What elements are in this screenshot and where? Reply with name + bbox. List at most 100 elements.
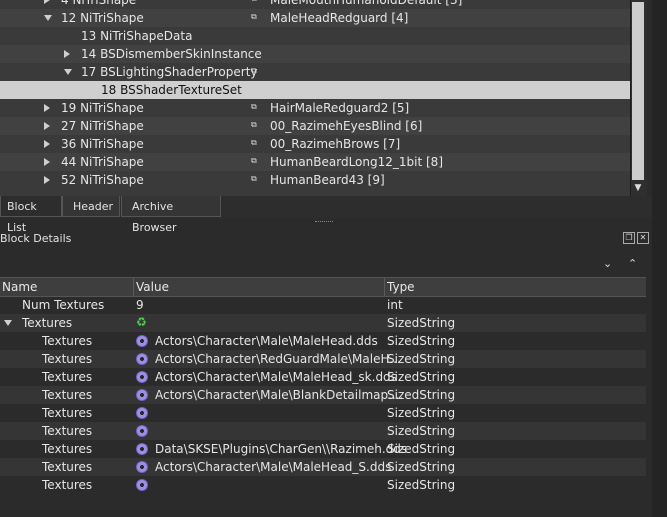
- tree-row-name: MaleHeadRedguard [4]: [270, 11, 409, 25]
- collapse-arrow-icon[interactable]: [4, 320, 12, 326]
- tree-row[interactable]: 18 BSShaderTextureSet: [0, 81, 630, 99]
- row-name: Textures: [22, 316, 73, 330]
- column-separator[interactable]: [133, 278, 134, 296]
- block-type-icon: ⧉: [251, 0, 263, 3]
- column-header-name[interactable]: Name: [2, 278, 37, 296]
- column-header-value[interactable]: Value: [136, 278, 169, 296]
- expand-arrow-icon[interactable]: [44, 122, 50, 130]
- string-gear-icon[interactable]: [136, 461, 148, 473]
- string-gear-icon[interactable]: [136, 407, 148, 419]
- expand-arrow-icon[interactable]: [44, 104, 50, 112]
- table-row[interactable]: Textures SizedString: [0, 404, 646, 422]
- tree-row-name: 00_RazimehEyesBlind [6]: [270, 119, 423, 133]
- expand-arrow-icon[interactable]: [44, 158, 50, 166]
- row-type: SizedString: [387, 334, 456, 348]
- table-header: Name Value Type: [0, 277, 646, 297]
- tree-row-label: 27 NiTriShape: [61, 119, 144, 133]
- tree-row[interactable]: 12 NiTriShape ⧉ MaleHeadRedguard [4]: [0, 9, 630, 27]
- row-name: Textures: [42, 478, 93, 492]
- block-type-icon: ⧉: [251, 120, 257, 129]
- tree-row-label: 17 BSLightingShaderProperty: [81, 65, 258, 79]
- tree-row-label: 4 NiTriShape: [61, 0, 137, 7]
- table-row[interactable]: Textures Actors\Character\Male\BlankDetai…: [0, 386, 646, 404]
- row-type: SizedString: [387, 442, 456, 456]
- string-gear-icon[interactable]: [136, 479, 148, 491]
- tree-row-label: 52 NiTriShape: [61, 173, 144, 187]
- update-array-icon[interactable]: ♻: [136, 316, 147, 328]
- tab-header[interactable]: Header: [62, 196, 120, 217]
- table-row[interactable]: Textures Actors\Character\Male\MaleHead_s…: [0, 368, 646, 386]
- tree-row[interactable]: 14 BSDismemberSkinInstance: [0, 45, 630, 63]
- table-row[interactable]: Textures Actors\Character\Male\MaleHead_S…: [0, 458, 646, 476]
- tree-row[interactable]: 17 BSLightingShaderProperty ⧉: [0, 63, 630, 81]
- table-row[interactable]: Textures SizedString: [0, 476, 646, 494]
- splitter-handle[interactable]: [315, 221, 333, 225]
- row-name: Textures: [42, 460, 93, 474]
- tree-row-name: 00_RazimehBrows [7]: [270, 137, 401, 151]
- tree-row-name: HumanBeardLong12_1bit [8]: [270, 155, 443, 169]
- row-value[interactable]: 9: [136, 296, 144, 314]
- string-gear-icon[interactable]: [136, 371, 148, 383]
- expand-arrow-icon[interactable]: [44, 140, 50, 148]
- collapse-all-icon[interactable]: ⌄: [603, 257, 612, 270]
- row-value[interactable]: Actors\Character\Male\MaleHead_sk.dds: [155, 368, 397, 386]
- block-type-icon: ⧉: [251, 174, 257, 183]
- row-name: Textures: [42, 406, 93, 420]
- expand-arrow-icon[interactable]: [44, 176, 50, 184]
- string-gear-icon[interactable]: [136, 353, 148, 365]
- block-list-tree[interactable]: 4 NiTriShape ⧉ MaleMouthHumanoidDefault [3…: [0, 0, 630, 196]
- expand-arrow-icon[interactable]: [64, 50, 70, 58]
- string-gear-icon[interactable]: [136, 389, 148, 401]
- tree-row[interactable]: 4 NiTriShape ⧉ MaleMouthHumanoidDefault [3…: [0, 0, 630, 9]
- tree-scrollbar-thumb[interactable]: [632, 2, 644, 180]
- table-row[interactable]: Textures SizedString: [0, 422, 646, 440]
- tree-row[interactable]: 52 NiTriShape ⧉ HumanBeard43 [9]: [0, 171, 630, 189]
- column-header-type[interactable]: Type: [387, 278, 415, 296]
- row-value[interactable]: Actors\Character\Male\BlankDetailmap....: [155, 386, 403, 404]
- tree-row[interactable]: 13 NiTriShapeData: [0, 27, 630, 45]
- row-name: Textures: [42, 370, 93, 384]
- block-details-table[interactable]: Num Textures 9 int Textures ♻ SizedString Text…: [0, 296, 646, 494]
- tab-label: Archive Browser: [132, 200, 177, 234]
- row-value[interactable]: Actors\Character\RedGuardMale\MaleH...: [155, 350, 401, 368]
- row-value[interactable]: Data\SKSE\Plugins\CharGen\\Razimeh.dds: [155, 440, 407, 458]
- collapse-arrow-icon[interactable]: [44, 15, 52, 21]
- expand-arrow-icon[interactable]: [44, 0, 50, 4]
- table-row[interactable]: Textures Actors\Character\Male\MaleHead.d…: [0, 332, 646, 350]
- table-row[interactable]: Num Textures 9 int: [0, 296, 646, 314]
- close-icon[interactable]: ✕: [637, 232, 649, 244]
- row-type: SizedString: [387, 388, 456, 402]
- string-gear-icon[interactable]: [136, 335, 148, 347]
- collapse-arrow-icon[interactable]: [64, 69, 72, 75]
- scroll-down-arrow-icon[interactable]: ▼: [630, 182, 646, 194]
- tree-row[interactable]: 44 NiTriShape ⧉ HumanBeardLong12_1bit [8]: [0, 153, 630, 171]
- row-type: SizedString: [387, 316, 456, 330]
- tree-row-label: 12 NiTriShape: [61, 11, 144, 25]
- row-name: Textures: [42, 352, 93, 366]
- tree-row[interactable]: 36 NiTriShape ⧉ 00_RazimehBrows [7]: [0, 135, 630, 153]
- tree-row[interactable]: 19 NiTriShape ⧉ HairMaleRedguard2 [5]: [0, 99, 630, 117]
- column-separator[interactable]: [384, 278, 385, 296]
- table-row[interactable]: Textures ♻ SizedString: [0, 314, 646, 332]
- expand-all-icon[interactable]: ⌃: [628, 257, 637, 270]
- string-gear-icon[interactable]: [136, 425, 148, 437]
- float-window-icon[interactable]: ❐: [623, 232, 635, 244]
- tree-row[interactable]: 27 NiTriShape ⧉ 00_RazimehEyesBlind [6]: [0, 117, 630, 135]
- tree-row-name: HairMaleRedguard2 [5]: [270, 101, 410, 115]
- table-row[interactable]: Textures Actors\Character\RedGuardMale\Ma…: [0, 350, 646, 368]
- row-name: Textures: [42, 424, 93, 438]
- tree-row-label: 18 BSShaderTextureSet: [101, 83, 242, 97]
- tab-block-list[interactable]: Block List: [0, 196, 62, 234]
- string-gear-icon[interactable]: [136, 443, 148, 455]
- tab-bar: Block List Header Archive Browser: [0, 196, 652, 234]
- row-value[interactable]: Actors\Character\Male\MaleHead_S.dds: [155, 458, 391, 476]
- row-value[interactable]: Actors\Character\Male\MaleHead.dds: [155, 332, 378, 350]
- row-type: SizedString: [387, 370, 456, 384]
- block-type-icon: ⧉: [251, 12, 257, 21]
- tab-archive-browser[interactable]: Archive Browser: [121, 196, 221, 234]
- row-name: Num Textures: [22, 298, 105, 312]
- tree-row-label: 13 NiTriShapeData: [81, 29, 193, 43]
- row-name: Textures: [42, 442, 93, 456]
- row-type: SizedString: [387, 424, 456, 438]
- table-row[interactable]: Textures Data\SKSE\Plugins\CharGen\\Razim…: [0, 440, 646, 458]
